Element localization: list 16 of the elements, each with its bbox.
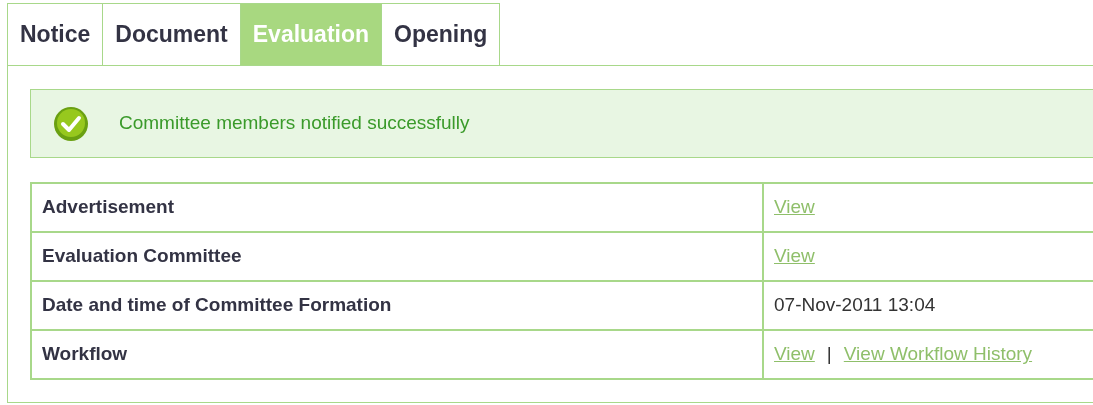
tab[interactable]: Notice — [7, 3, 104, 66]
row-label: Evaluation Committee — [31, 232, 763, 281]
row-label: Workflow — [31, 330, 763, 379]
view-link[interactable]: View Workflow History — [843, 343, 1033, 365]
view-link[interactable]: View — [774, 245, 815, 267]
view-link[interactable]: View — [774, 343, 815, 365]
view-link[interactable]: View — [774, 196, 815, 218]
message-text: Committee members notified successfully — [119, 111, 470, 136]
tab[interactable]: Document — [103, 3, 241, 66]
row-label: Date and time of Committee Formation — [31, 281, 763, 330]
tab[interactable]: Opening — [382, 3, 501, 66]
check-icon — [53, 105, 89, 142]
tab[interactable]: Evaluation — [240, 3, 383, 66]
row-label: Advertisement — [31, 183, 763, 232]
date-text: 07-Nov-2011 13:04 — [774, 294, 936, 316]
separator-text: | — [826, 343, 832, 365]
